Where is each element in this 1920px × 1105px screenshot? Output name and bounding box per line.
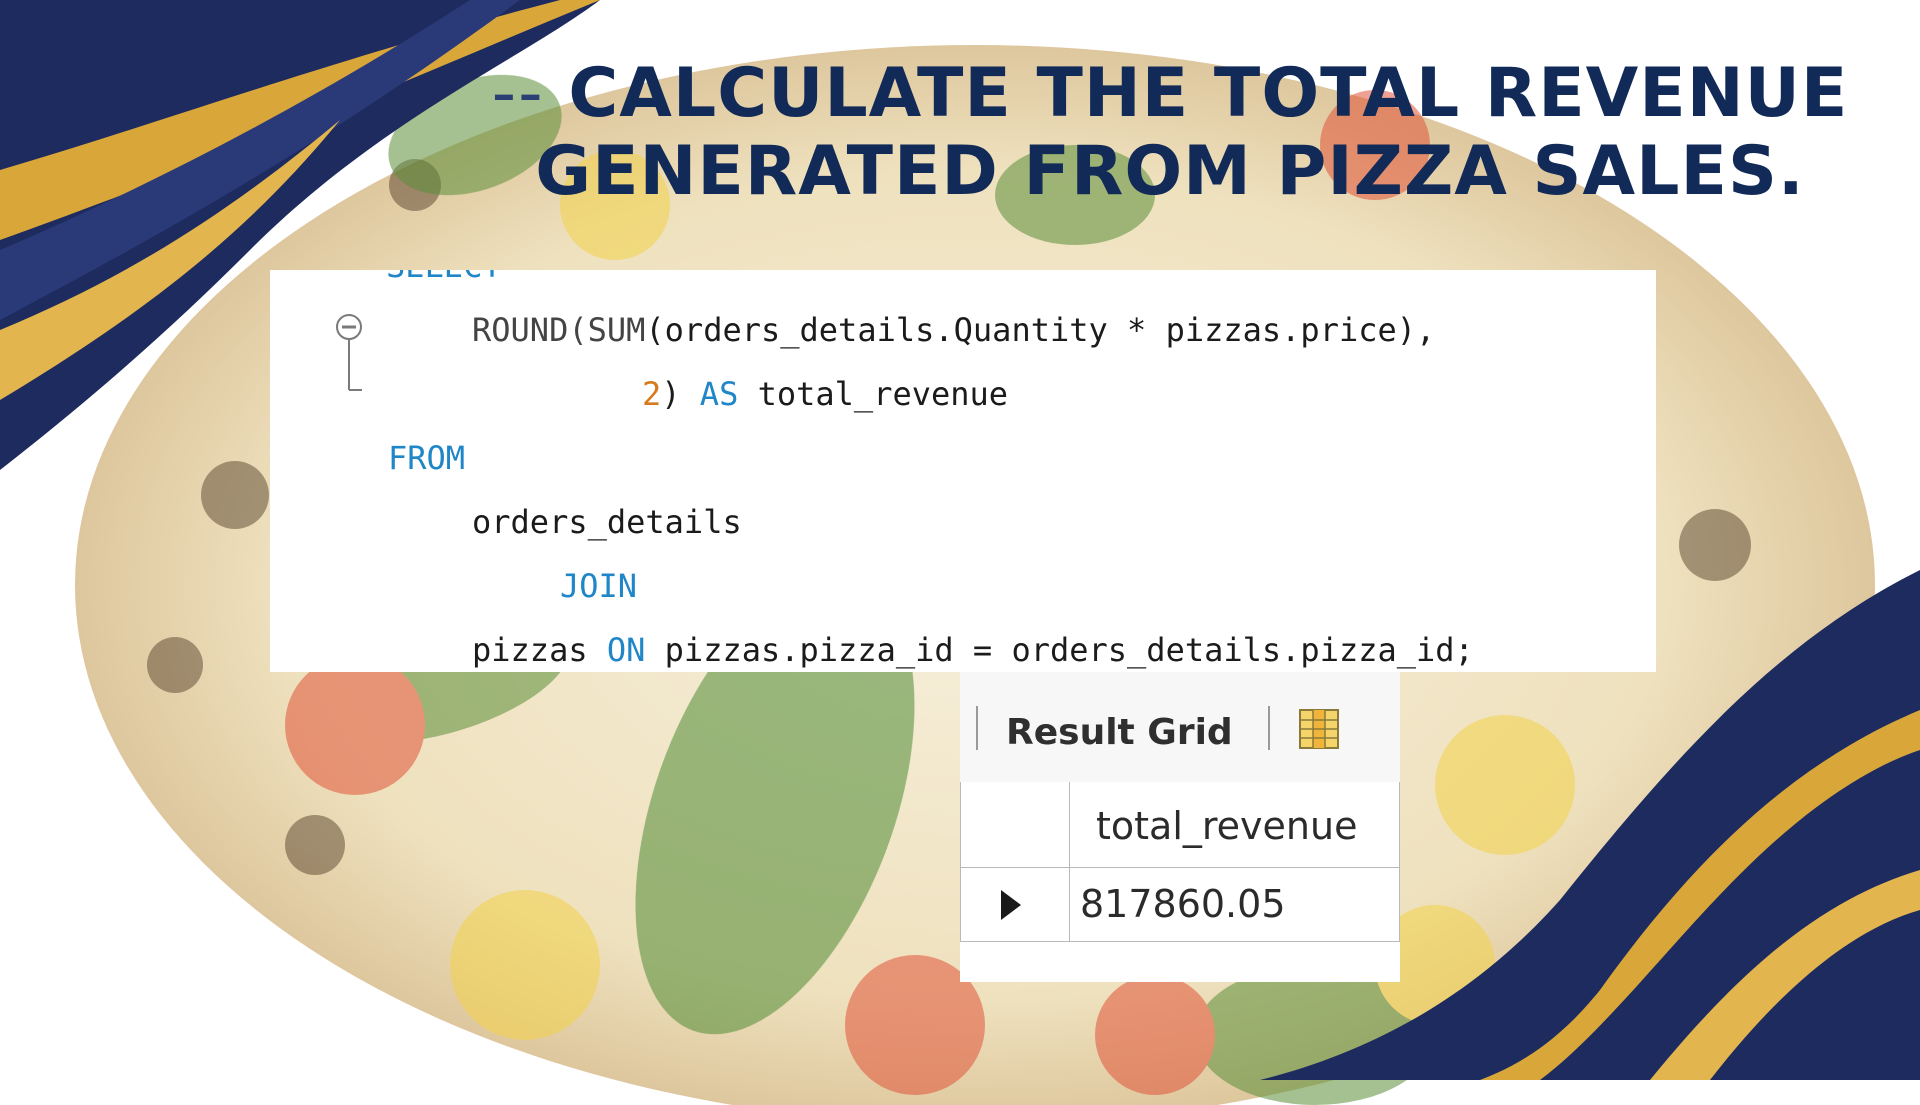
fold-collapse-icon[interactable] [334, 312, 364, 402]
toolbar-separator [1268, 706, 1270, 750]
result-grid-toolbar: Result Grid [960, 672, 1400, 783]
slide-title: -- CALCULATE THE TOTAL REVENUE GENERATED… [470, 55, 1870, 211]
title-text-1: CALCULATE THE TOTAL REVENUE [568, 54, 1849, 133]
row-header[interactable] [960, 868, 1070, 942]
sql-keyword-as: AS [699, 375, 739, 413]
toolbar-separator [976, 706, 978, 750]
column-header-total-revenue[interactable]: total_revenue [1070, 782, 1400, 868]
sql-join-table: pizzas [472, 631, 607, 669]
sql-line-from: FROM [388, 439, 466, 477]
sql-keyword-on: ON [606, 631, 646, 669]
sql-line-join: JOIN [560, 567, 638, 605]
sql-round-args: (orders_details.Quantity * pizzas.price)… [645, 311, 1436, 349]
row-pointer-icon [1001, 890, 1021, 920]
title-comment-prefix: -- [491, 54, 569, 133]
sql-round-sum-function: ROUND(SUM [472, 311, 646, 349]
title-line-1: -- CALCULATE THE TOTAL REVENUE [470, 55, 1870, 133]
result-table: total_revenue 817860.05 [960, 782, 1400, 942]
sql-line-alias: 2) AS total_revenue [642, 374, 1008, 414]
title-line-2: GENERATED FROM PIZZA SALES. [535, 132, 1805, 211]
sql-line-on: pizzas ON pizzas.pizza_id = orders_detai… [472, 630, 1474, 670]
grid-view-icon[interactable] [1298, 708, 1340, 750]
result-grid-panel: Result Grid total_revenue 817860.05 [960, 672, 1400, 982]
table-corner-cell[interactable] [960, 782, 1070, 868]
sql-editor-snippet: SELECT ROUND(SUM(orders_details.Quantity… [270, 270, 1656, 672]
sql-join-condition: pizzas.pizza_id = orders_details.pizza_i… [645, 631, 1474, 669]
cell-total-revenue-value[interactable]: 817860.05 [1070, 868, 1400, 942]
sql-line-select: SELECT [386, 270, 502, 286]
sql-close-paren: ) [661, 375, 700, 413]
sql-precision-number: 2 [642, 375, 662, 413]
sql-line-round: ROUND(SUM(orders_details.Quantity * pizz… [472, 310, 1435, 350]
sql-alias-name: total_revenue [738, 375, 1009, 413]
sql-line-table: orders_details [472, 503, 742, 541]
result-grid-tab[interactable]: Result Grid [1006, 712, 1233, 753]
